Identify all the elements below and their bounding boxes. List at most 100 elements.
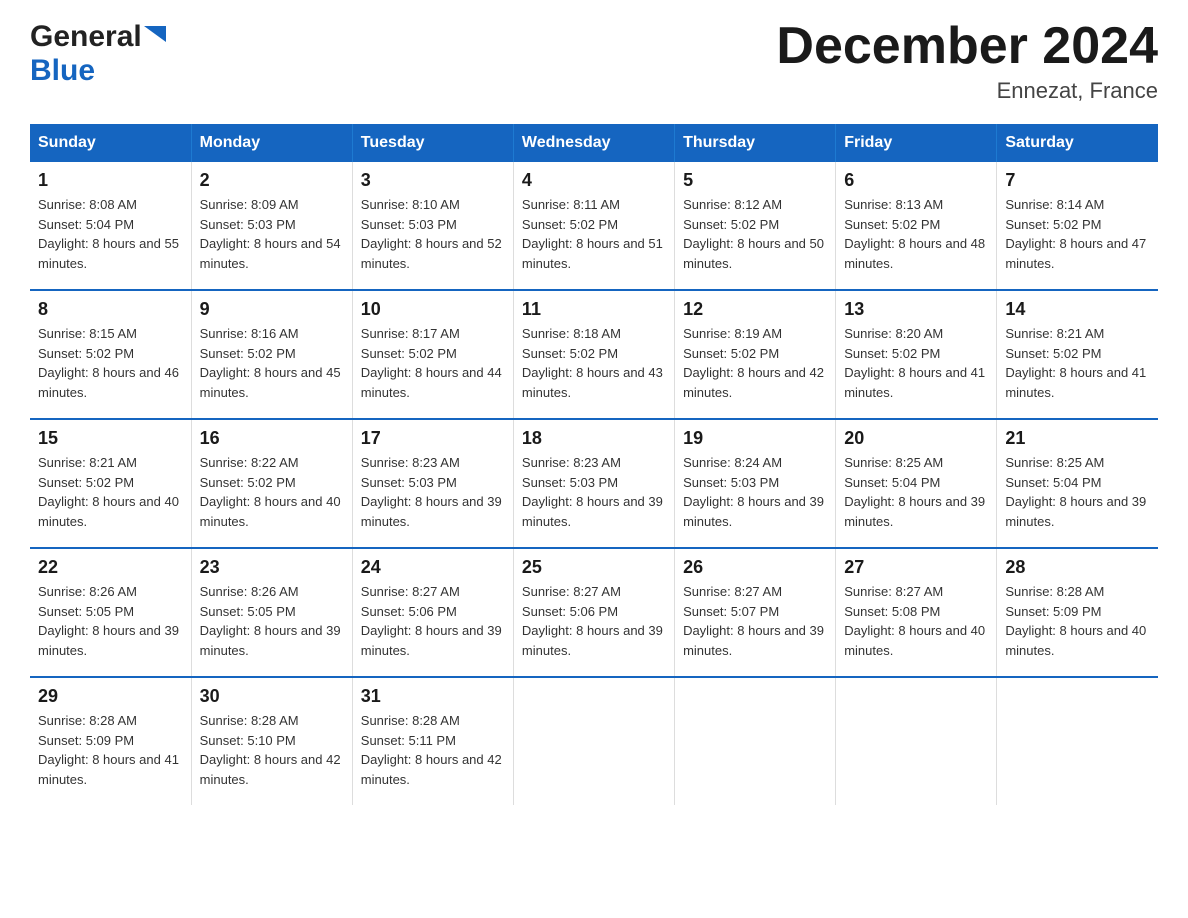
day-number: 11 — [522, 299, 666, 320]
day-info: Sunrise: 8:25 AM Sunset: 5:04 PM Dayligh… — [1005, 453, 1150, 531]
day-number: 25 — [522, 557, 666, 578]
logo-arrow-icon — [142, 26, 166, 48]
day-number: 10 — [361, 299, 505, 320]
day-number: 18 — [522, 428, 666, 449]
day-number: 3 — [361, 170, 505, 191]
day-info: Sunrise: 8:22 AM Sunset: 5:02 PM Dayligh… — [200, 453, 344, 531]
month-title: December 2024 — [776, 20, 1158, 72]
calendar-day-22: 22 Sunrise: 8:26 AM Sunset: 5:05 PM Dayl… — [30, 548, 191, 677]
day-info: Sunrise: 8:18 AM Sunset: 5:02 PM Dayligh… — [522, 324, 666, 402]
calendar-week-2: 8 Sunrise: 8:15 AM Sunset: 5:02 PM Dayli… — [30, 290, 1158, 419]
col-thursday: Thursday — [675, 124, 836, 162]
day-info: Sunrise: 8:25 AM Sunset: 5:04 PM Dayligh… — [844, 453, 988, 531]
calendar-day-6: 6 Sunrise: 8:13 AM Sunset: 5:02 PM Dayli… — [836, 162, 997, 290]
location-label: Ennezat, France — [776, 78, 1158, 104]
day-info: Sunrise: 8:28 AM Sunset: 5:09 PM Dayligh… — [38, 711, 183, 789]
day-number: 14 — [1005, 299, 1150, 320]
day-info: Sunrise: 8:17 AM Sunset: 5:02 PM Dayligh… — [361, 324, 505, 402]
calendar-day-18: 18 Sunrise: 8:23 AM Sunset: 5:03 PM Dayl… — [513, 419, 674, 548]
calendar-day-9: 9 Sunrise: 8:16 AM Sunset: 5:02 PM Dayli… — [191, 290, 352, 419]
day-number: 12 — [683, 299, 827, 320]
day-number: 6 — [844, 170, 988, 191]
calendar-week-1: 1 Sunrise: 8:08 AM Sunset: 5:04 PM Dayli… — [30, 162, 1158, 290]
col-saturday: Saturday — [997, 124, 1158, 162]
day-info: Sunrise: 8:13 AM Sunset: 5:02 PM Dayligh… — [844, 195, 988, 273]
calendar-day-4: 4 Sunrise: 8:11 AM Sunset: 5:02 PM Dayli… — [513, 162, 674, 290]
day-number: 15 — [38, 428, 183, 449]
day-info: Sunrise: 8:28 AM Sunset: 5:11 PM Dayligh… — [361, 711, 505, 789]
logo-blue-text: Blue — [30, 54, 95, 88]
day-info: Sunrise: 8:15 AM Sunset: 5:02 PM Dayligh… — [38, 324, 183, 402]
calendar-day-26: 26 Sunrise: 8:27 AM Sunset: 5:07 PM Dayl… — [675, 548, 836, 677]
day-number: 31 — [361, 686, 505, 707]
day-info: Sunrise: 8:21 AM Sunset: 5:02 PM Dayligh… — [1005, 324, 1150, 402]
calendar-day-3: 3 Sunrise: 8:10 AM Sunset: 5:03 PM Dayli… — [352, 162, 513, 290]
logo: General Blue — [30, 20, 166, 88]
day-number: 1 — [38, 170, 183, 191]
calendar-day-13: 13 Sunrise: 8:20 AM Sunset: 5:02 PM Dayl… — [836, 290, 997, 419]
calendar-day-24: 24 Sunrise: 8:27 AM Sunset: 5:06 PM Dayl… — [352, 548, 513, 677]
day-info: Sunrise: 8:11 AM Sunset: 5:02 PM Dayligh… — [522, 195, 666, 273]
day-number: 13 — [844, 299, 988, 320]
day-number: 26 — [683, 557, 827, 578]
col-friday: Friday — [836, 124, 997, 162]
day-info: Sunrise: 8:16 AM Sunset: 5:02 PM Dayligh… — [200, 324, 344, 402]
day-number: 8 — [38, 299, 183, 320]
calendar-day-23: 23 Sunrise: 8:26 AM Sunset: 5:05 PM Dayl… — [191, 548, 352, 677]
day-number: 21 — [1005, 428, 1150, 449]
day-info: Sunrise: 8:26 AM Sunset: 5:05 PM Dayligh… — [200, 582, 344, 660]
calendar-table: Sunday Monday Tuesday Wednesday Thursday… — [30, 124, 1158, 805]
day-number: 5 — [683, 170, 827, 191]
day-info: Sunrise: 8:28 AM Sunset: 5:10 PM Dayligh… — [200, 711, 344, 789]
day-number: 7 — [1005, 170, 1150, 191]
calendar-day-1: 1 Sunrise: 8:08 AM Sunset: 5:04 PM Dayli… — [30, 162, 191, 290]
day-info: Sunrise: 8:27 AM Sunset: 5:08 PM Dayligh… — [844, 582, 988, 660]
day-number: 22 — [38, 557, 183, 578]
calendar-day-20: 20 Sunrise: 8:25 AM Sunset: 5:04 PM Dayl… — [836, 419, 997, 548]
day-info: Sunrise: 8:20 AM Sunset: 5:02 PM Dayligh… — [844, 324, 988, 402]
col-sunday: Sunday — [30, 124, 191, 162]
page-header: General Blue December 2024 Ennezat, Fran… — [30, 20, 1158, 104]
calendar-day-15: 15 Sunrise: 8:21 AM Sunset: 5:02 PM Dayl… — [30, 419, 191, 548]
day-number: 28 — [1005, 557, 1150, 578]
calendar-day-30: 30 Sunrise: 8:28 AM Sunset: 5:10 PM Dayl… — [191, 677, 352, 805]
calendar-day-28: 28 Sunrise: 8:28 AM Sunset: 5:09 PM Dayl… — [997, 548, 1158, 677]
calendar-week-3: 15 Sunrise: 8:21 AM Sunset: 5:02 PM Dayl… — [30, 419, 1158, 548]
calendar-week-5: 29 Sunrise: 8:28 AM Sunset: 5:09 PM Dayl… — [30, 677, 1158, 805]
day-number: 4 — [522, 170, 666, 191]
day-info: Sunrise: 8:27 AM Sunset: 5:06 PM Dayligh… — [522, 582, 666, 660]
col-tuesday: Tuesday — [352, 124, 513, 162]
day-number: 17 — [361, 428, 505, 449]
day-info: Sunrise: 8:26 AM Sunset: 5:05 PM Dayligh… — [38, 582, 183, 660]
logo-general-text: General — [30, 20, 142, 54]
day-number: 20 — [844, 428, 988, 449]
day-info: Sunrise: 8:19 AM Sunset: 5:02 PM Dayligh… — [683, 324, 827, 402]
day-info: Sunrise: 8:12 AM Sunset: 5:02 PM Dayligh… — [683, 195, 827, 273]
day-info: Sunrise: 8:27 AM Sunset: 5:07 PM Dayligh… — [683, 582, 827, 660]
calendar-day-empty — [513, 677, 674, 805]
day-info: Sunrise: 8:23 AM Sunset: 5:03 PM Dayligh… — [361, 453, 505, 531]
calendar-day-10: 10 Sunrise: 8:17 AM Sunset: 5:02 PM Dayl… — [352, 290, 513, 419]
calendar-day-empty — [997, 677, 1158, 805]
calendar-day-14: 14 Sunrise: 8:21 AM Sunset: 5:02 PM Dayl… — [997, 290, 1158, 419]
day-number: 24 — [361, 557, 505, 578]
calendar-day-11: 11 Sunrise: 8:18 AM Sunset: 5:02 PM Dayl… — [513, 290, 674, 419]
day-info: Sunrise: 8:28 AM Sunset: 5:09 PM Dayligh… — [1005, 582, 1150, 660]
calendar-day-31: 31 Sunrise: 8:28 AM Sunset: 5:11 PM Dayl… — [352, 677, 513, 805]
day-number: 27 — [844, 557, 988, 578]
calendar-day-7: 7 Sunrise: 8:14 AM Sunset: 5:02 PM Dayli… — [997, 162, 1158, 290]
calendar-day-16: 16 Sunrise: 8:22 AM Sunset: 5:02 PM Dayl… — [191, 419, 352, 548]
calendar-day-empty — [675, 677, 836, 805]
day-number: 9 — [200, 299, 344, 320]
calendar-day-29: 29 Sunrise: 8:28 AM Sunset: 5:09 PM Dayl… — [30, 677, 191, 805]
day-number: 29 — [38, 686, 183, 707]
calendar-day-19: 19 Sunrise: 8:24 AM Sunset: 5:03 PM Dayl… — [675, 419, 836, 548]
title-block: December 2024 Ennezat, France — [776, 20, 1158, 104]
day-info: Sunrise: 8:24 AM Sunset: 5:03 PM Dayligh… — [683, 453, 827, 531]
calendar-day-2: 2 Sunrise: 8:09 AM Sunset: 5:03 PM Dayli… — [191, 162, 352, 290]
calendar-day-17: 17 Sunrise: 8:23 AM Sunset: 5:03 PM Dayl… — [352, 419, 513, 548]
day-info: Sunrise: 8:21 AM Sunset: 5:02 PM Dayligh… — [38, 453, 183, 531]
day-info: Sunrise: 8:23 AM Sunset: 5:03 PM Dayligh… — [522, 453, 666, 531]
calendar-header-row: Sunday Monday Tuesday Wednesday Thursday… — [30, 124, 1158, 162]
day-number: 16 — [200, 428, 344, 449]
